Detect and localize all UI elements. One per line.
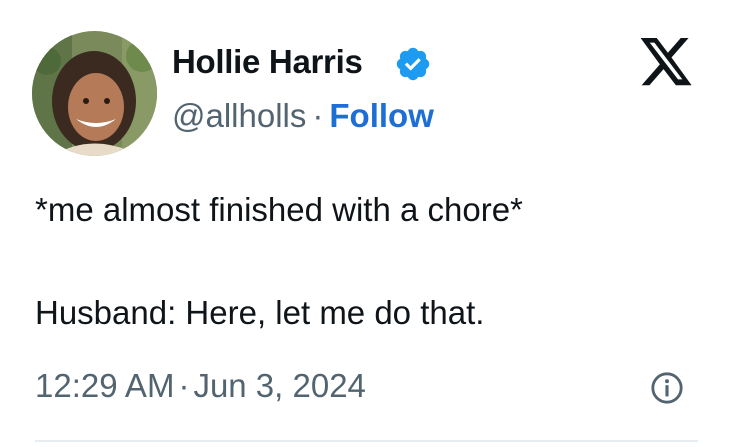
info-icon[interactable] [650,371,684,405]
tweet-date: Jun 3, 2024 [193,367,366,404]
timestamp-separator: · [178,367,190,404]
tweet-time: 12:29 AM [35,367,175,404]
divider [35,440,698,442]
tweet-text-line-1: *me almost finished with a chore* [35,191,523,228]
display-name[interactable]: Hollie Harris [172,40,363,84]
verified-badge-icon [396,47,430,81]
follow-button[interactable]: Follow [329,97,433,134]
handle[interactable]: @allholls [172,97,306,134]
timestamp[interactable]: 12:29 AM · Jun 3, 2024 [35,364,366,408]
tweet-text-line-2: Husband: Here, let me do that. [35,294,485,331]
tweet-card: Hollie Harris @allholls · Follow *me almos… [0,0,730,447]
avatar[interactable] [32,31,157,156]
separator: · [312,97,324,134]
x-logo-icon[interactable] [637,38,695,90]
handle-row: @allholls · Follow [172,94,434,138]
